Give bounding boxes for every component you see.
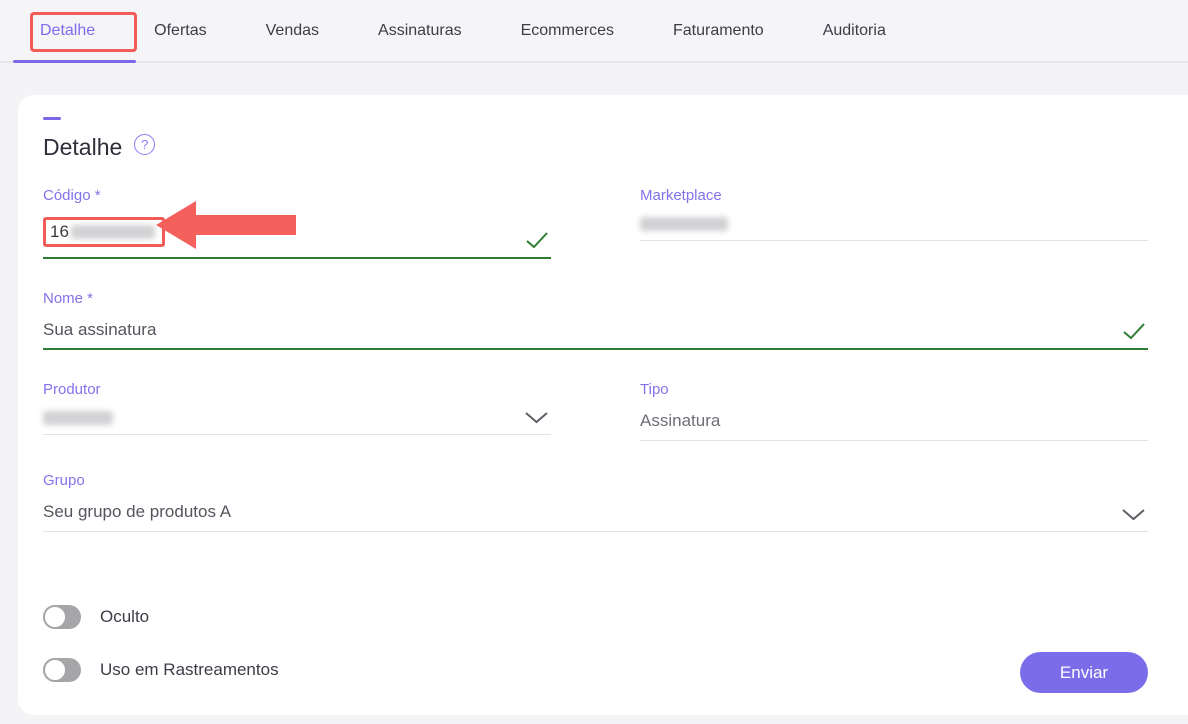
produtor-select[interactable]: [43, 411, 551, 435]
codigo-redacted-value: [71, 225, 155, 239]
tab-assinaturas[interactable]: Assinaturas: [378, 22, 462, 40]
nome-input[interactable]: Sua assinatura: [43, 320, 1148, 350]
grupo-select[interactable]: Seu grupo de produtos A: [43, 502, 1148, 532]
marketplace-value: [640, 217, 1148, 241]
tipo-label: Tipo: [640, 381, 1148, 398]
detail-form: Código * 16 Marketplace: [43, 187, 1148, 563]
nome-value: Sua assinatura: [43, 320, 156, 340]
chevron-down-icon[interactable]: [524, 411, 549, 424]
codigo-field: Código * 16: [43, 187, 551, 259]
toggle-knob: [43, 658, 67, 682]
detail-card: Detalhe ? Código * 16 Marketplace: [18, 95, 1188, 715]
marketplace-redacted-value: [640, 217, 728, 231]
tab-faturamento[interactable]: Faturamento: [673, 22, 764, 40]
grupo-field: Grupo Seu grupo de produtos A: [43, 472, 1148, 532]
codigo-value: 16: [50, 222, 69, 242]
toggle-group: Oculto Uso em Rastreamentos: [43, 605, 1148, 682]
produtor-label: Produtor: [43, 381, 551, 398]
grupo-value: Seu grupo de produtos A: [43, 502, 231, 522]
tab-ofertas[interactable]: Ofertas: [154, 22, 206, 40]
annotation-highlight-box-codigo: 16: [43, 217, 165, 247]
toggle-knob: [43, 605, 67, 629]
codigo-input[interactable]: 16: [43, 217, 551, 259]
section-accent-dash: [43, 117, 61, 120]
rastreamentos-toggle[interactable]: [43, 658, 81, 682]
tab-ecommerces[interactable]: Ecommerces: [521, 22, 614, 40]
valid-check-icon: [525, 231, 549, 249]
help-icon[interactable]: ?: [134, 134, 155, 155]
tab-vendas[interactable]: Vendas: [266, 22, 319, 40]
annotation-arrow-icon: [156, 199, 296, 251]
produtor-redacted-value: [43, 411, 113, 425]
enviar-button[interactable]: Enviar: [1020, 652, 1148, 693]
chevron-down-icon[interactable]: [1121, 508, 1146, 521]
marketplace-label: Marketplace: [640, 187, 1148, 204]
oculto-toggle-row: Oculto: [43, 605, 1148, 629]
codigo-label: Código *: [43, 187, 551, 204]
form-footer: Enviar: [1020, 652, 1148, 693]
oculto-toggle[interactable]: [43, 605, 81, 629]
grupo-label: Grupo: [43, 472, 1148, 489]
page-title: Detalhe: [43, 134, 122, 161]
produtor-field: Produtor: [43, 381, 551, 441]
nome-label: Nome *: [43, 290, 1148, 307]
nome-field: Nome * Sua assinatura: [43, 290, 1148, 350]
oculto-toggle-label: Oculto: [100, 607, 149, 627]
tab-detalhe[interactable]: Detalhe: [40, 22, 95, 40]
rastreamentos-toggle-label: Uso em Rastreamentos: [100, 660, 279, 680]
rastreamentos-toggle-row: Uso em Rastreamentos: [43, 658, 1148, 682]
tipo-value-text: Assinatura: [640, 411, 720, 431]
active-tab-indicator: [13, 60, 136, 63]
tab-bar: Detalhe Ofertas Vendas Assinaturas Ecomm…: [0, 0, 1188, 63]
marketplace-field: Marketplace: [640, 187, 1148, 259]
tipo-value: Assinatura: [640, 411, 1148, 441]
tipo-field: Tipo Assinatura: [640, 381, 1148, 441]
valid-check-icon: [1122, 322, 1146, 340]
tab-auditoria[interactable]: Auditoria: [823, 22, 886, 40]
